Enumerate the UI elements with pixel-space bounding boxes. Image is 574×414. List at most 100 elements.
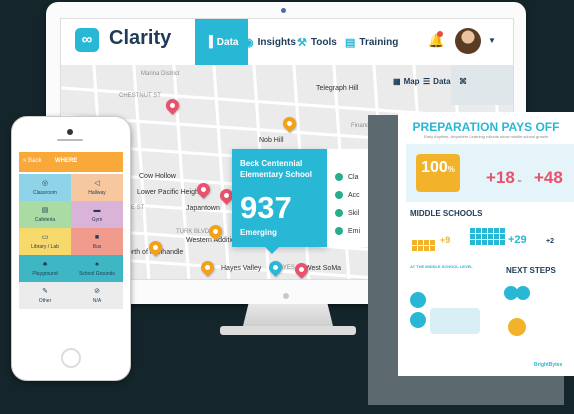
school-pin[interactable] — [163, 96, 182, 115]
tab-data[interactable]: ▐ Data — [195, 19, 249, 65]
back-button[interactable]: < Back — [23, 158, 42, 164]
stat-plus-2: +2 — [546, 238, 554, 245]
location-icon: ▤ — [41, 207, 49, 214]
top-nav: ∞ Clarity ▐ Data ◉ Insights ⚒ Tools ▤ Tr… — [61, 19, 513, 66]
legend-dot — [335, 209, 343, 217]
camera-dot — [281, 8, 286, 13]
map-icon: ▦ — [393, 77, 401, 86]
legend-dot — [335, 191, 343, 199]
location-option[interactable]: ♠ School Grounds — [71, 255, 123, 282]
tab-tools-label: Tools — [310, 36, 337, 48]
tab-insights[interactable]: ◉ Insights — [244, 19, 296, 65]
map-label-chestnut: CHESTNUT ST — [119, 93, 161, 99]
legend-label: Cla — [348, 173, 359, 181]
middle-level-heading: AT THE MIDDLE SCHOOL LEVEL — [410, 264, 473, 269]
location-option[interactable]: ◁ Hallway — [71, 174, 123, 201]
lightbulb-icon: ◉ — [244, 36, 254, 49]
location-option[interactable]: ■ Bus — [71, 228, 123, 255]
data-view-toggle[interactable]: ☰ Data — [423, 77, 451, 86]
map-label-nob-hill: Nob Hill — [259, 137, 284, 144]
location-icon: ✎ — [42, 288, 48, 295]
map-label-lower-pacific: Lower Pacific Heights — [137, 189, 205, 196]
map-label-japantown: Japantown — [186, 205, 220, 212]
tab-insights-label: Insights — [257, 36, 296, 48]
location-option[interactable]: ⊘ N/A — [71, 282, 123, 309]
stat-100-badge: 100% — [416, 154, 460, 192]
location-option[interactable]: ▤ Cafeteria — [19, 201, 71, 228]
location-label: Other — [38, 298, 52, 304]
chevron-down-icon[interactable]: ▼ — [488, 36, 496, 45]
location-label: School Grounds — [79, 270, 115, 277]
location-option[interactable]: ▬ Gym — [71, 201, 123, 228]
data-view-label: Data — [433, 77, 451, 86]
legend-item: Skil — [335, 209, 359, 217]
legend-item: Emi — [335, 227, 360, 235]
water-chart — [430, 308, 480, 334]
location-icon: ▬ — [93, 206, 101, 214]
location-label: Library / Lab — [31, 244, 59, 250]
location-label: Hallway — [88, 190, 106, 196]
monitor-stand — [243, 304, 333, 326]
stat-plus-18: +18 — [486, 168, 515, 187]
brightbytes-logo: BrightBytes — [534, 362, 563, 368]
location-label: Playground — [32, 270, 58, 277]
fullscreen-icon[interactable]: ⌘ — [459, 77, 467, 86]
phone-screen: < Back WHERE ◎ Classroom ◁ Hallway ▤ Cafeteri… — [19, 152, 123, 338]
next-steps-heading: NEXT STEPS — [506, 266, 556, 275]
tab-training[interactable]: ▤ Training — [345, 19, 398, 65]
location-option[interactable]: ◎ Classroom — [19, 174, 71, 201]
poster-title: PREPARATION PAYS OFF — [412, 120, 560, 134]
school-popup: Beck Centennial Elementary School 937 Em… — [232, 149, 327, 247]
clarity-logo-icon: ∞ — [75, 28, 99, 52]
map-label-telegraph: Telegraph Hill — [316, 85, 359, 92]
phone-speaker — [57, 139, 83, 141]
poster-subtitle: Early Anytime. Anywhere Learning rollout… — [423, 134, 549, 139]
tab-data-label: Data — [216, 36, 239, 48]
legend-label: Skil — [348, 209, 360, 217]
location-option[interactable]: ✎ Other — [19, 282, 71, 309]
popup-school-name: Beck Centennial Elementary School — [240, 159, 313, 179]
infographic-poster: PREPARATION PAYS OFF Early Anytime. Anyw… — [398, 112, 574, 376]
stat-100: 100 — [421, 159, 448, 176]
avatar[interactable] — [455, 28, 481, 54]
tab-tools[interactable]: ⚒ Tools — [297, 19, 337, 65]
people-icon — [410, 292, 426, 308]
tab-training-label: Training — [359, 36, 399, 48]
stat-to-word: to — [518, 178, 522, 183]
phone-title: WHERE — [55, 158, 78, 164]
waffle-grid-large — [470, 228, 505, 245]
legend-item: Cla — [335, 173, 359, 181]
monitor-logo-dot — [283, 293, 289, 299]
location-label: Bus — [92, 243, 102, 250]
waffle-grid-small — [412, 240, 435, 251]
legend-label: Acc — [348, 191, 360, 199]
app-name: Clarity — [109, 27, 172, 49]
home-button[interactable] — [61, 348, 81, 368]
plant-icon — [508, 318, 526, 336]
popup-pointer — [265, 247, 279, 254]
location-icon: ■ — [94, 233, 100, 241]
notification-badge — [437, 31, 443, 37]
popup-level: Emerging — [240, 228, 277, 237]
stat-plus-29: +29 — [508, 234, 527, 246]
location-label: Gym — [91, 216, 103, 223]
location-icon: ♣ — [42, 260, 48, 268]
school-pin[interactable] — [198, 258, 217, 277]
stat-plus-48: +48 — [534, 168, 563, 187]
legend-item: Acc — [335, 191, 360, 199]
legend-label: Emi — [348, 227, 361, 235]
location-option[interactable]: ♣ Playground — [19, 255, 71, 282]
location-icon: ♠ — [95, 260, 99, 268]
middle-schools-heading: MIDDLE SCHOOLS — [410, 209, 483, 218]
location-icon: ◁ — [94, 180, 100, 187]
location-option[interactable]: ▭ Library / Lab — [19, 228, 71, 255]
map-label-cow-hollow: Cow Hollow — [139, 173, 176, 180]
location-icon: ⊘ — [94, 288, 100, 295]
map-label-hayes-valley: Hayes Valley — [221, 265, 262, 272]
map-view-toggle[interactable]: ▦ Map — [393, 77, 420, 86]
list-icon: ☰ — [423, 77, 431, 86]
clipboard-icon: ▤ — [345, 36, 356, 49]
bar-chart-icon: ▐ — [205, 36, 213, 48]
stat-100-unit: % — [447, 165, 455, 174]
people-icon — [410, 312, 426, 328]
